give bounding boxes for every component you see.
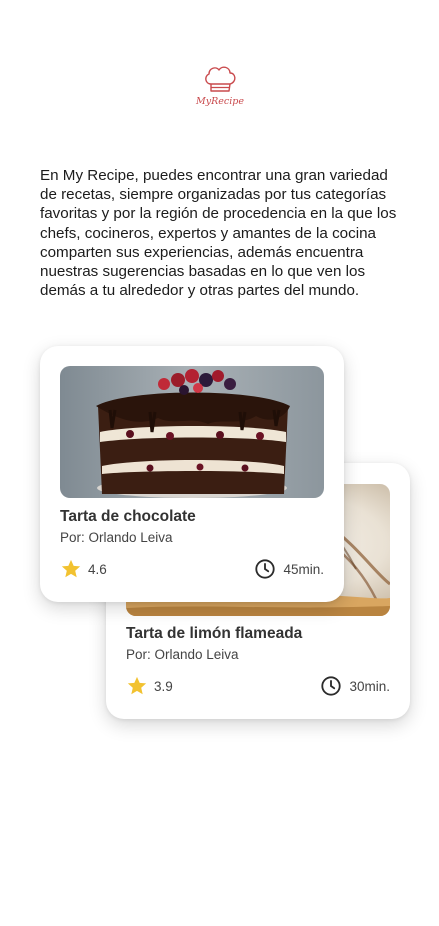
recipe-title: Tarta de limón flameada: [126, 625, 303, 642]
recipe-author: Por: Orlando Leiva: [126, 647, 239, 662]
recipe-time: 45min.: [254, 557, 324, 581]
rating-value: 4.6: [88, 561, 107, 577]
recipe-rating: 4.6: [60, 557, 107, 581]
recipe-time: 30min.: [320, 674, 390, 698]
chef-hat-icon: [205, 66, 236, 92]
intro-text: En My Recipe, puedes encontrar una gran …: [40, 167, 397, 300]
recipe-rating: 3.9: [126, 674, 173, 698]
recipe-author: Por: Orlando Leiva: [60, 530, 173, 545]
clock-icon: [255, 559, 276, 579]
rating-value: 3.9: [154, 678, 173, 694]
logo-text: MyRecipe: [196, 96, 244, 107]
time-value: 45min.: [283, 561, 324, 577]
star-icon: [61, 559, 81, 578]
chocolate-cake-image: [60, 366, 324, 498]
star-icon: [127, 676, 147, 695]
time-value: 30min.: [349, 678, 390, 694]
app-logo: MyRecipe: [196, 64, 244, 114]
recipe-card-chocolate-cake[interactable]: Tarta de chocolate Por: Orlando Leiva 4.…: [40, 346, 344, 602]
recipe-title: Tarta de chocolate: [60, 508, 196, 525]
clock-icon: [321, 676, 342, 696]
